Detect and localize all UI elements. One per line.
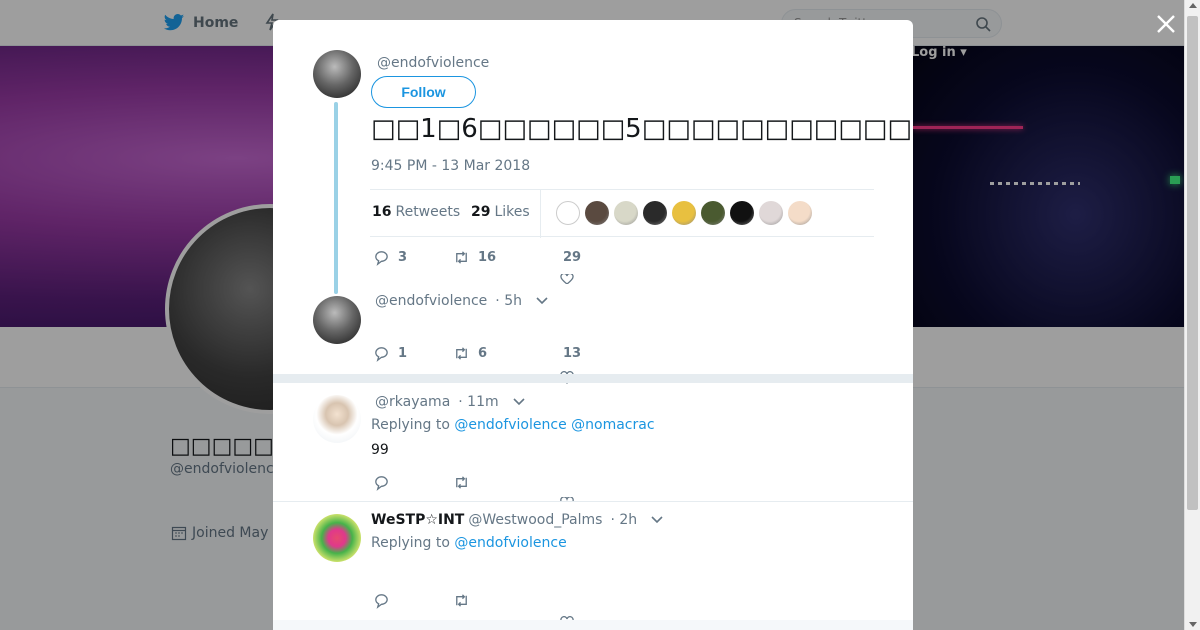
tweet-timestamp[interactable]: 9:45 PM - 13 Mar 2018 (371, 158, 530, 174)
section-divider (273, 620, 913, 630)
retweet-action[interactable]: 6 (453, 345, 563, 362)
avatar[interactable] (313, 395, 361, 443)
reply-action[interactable] (373, 474, 453, 491)
like-action[interactable]: 13 (563, 346, 581, 361)
reply-action[interactable]: 3 (373, 249, 453, 266)
scroll-thumb[interactable] (1187, 16, 1198, 510)
reply-time[interactable]: · 5h (495, 293, 522, 309)
retweet-count: 16 (478, 250, 497, 265)
tweet-stats: 16 Retweets 29 Likes (370, 189, 874, 238)
tweet-author-handle[interactable]: @endofviolence (377, 55, 489, 71)
mention-link[interactable]: @endofviolence (454, 535, 566, 551)
liker-avatar[interactable] (672, 201, 696, 225)
like-count: 29 (563, 250, 582, 265)
like-action[interactable]: 29 (563, 250, 581, 265)
reply-actions (373, 592, 563, 609)
liker-avatar[interactable] (643, 201, 667, 225)
liker-avatar[interactable] (585, 201, 609, 225)
chevron-down-icon[interactable] (513, 398, 525, 406)
reply-handle[interactable]: @Westwood_Palms (468, 512, 602, 528)
reply-icon (375, 476, 388, 491)
liker-avatar[interactable] (556, 201, 580, 225)
replying-label: Replying to (371, 417, 450, 433)
likes-count: 29 (471, 204, 491, 220)
heart-icon[interactable] (560, 274, 574, 284)
mention-link[interactable]: @nomacrac (571, 417, 654, 433)
reply-action[interactable] (373, 592, 453, 609)
avatar[interactable] (313, 50, 361, 98)
reply-icon (375, 347, 388, 362)
scroll-down-arrow[interactable] (1189, 622, 1197, 627)
retweets-label: Retweets (395, 204, 461, 220)
retweet-icon (456, 347, 467, 360)
reply-header: @rkayama · 11m (375, 394, 525, 410)
reply-handle[interactable]: @endofviolence (375, 293, 487, 309)
reply-actions: 1 6 13 (373, 345, 581, 362)
avatar[interactable] (313, 296, 361, 344)
retweet-action[interactable] (453, 474, 563, 491)
liker-avatar[interactable] (730, 201, 754, 225)
retweet-count: 6 (478, 346, 488, 361)
reply-handle[interactable]: @rkayama (375, 394, 450, 410)
replying-to: Replying to @endofviolence @nomacrac (371, 417, 655, 433)
retweet-icon (456, 594, 467, 607)
scroll-up-arrow[interactable] (1189, 3, 1197, 8)
liker-avatar[interactable] (614, 201, 638, 225)
section-divider (273, 374, 913, 383)
close-icon[interactable] (1155, 13, 1177, 35)
retweet-action[interactable]: 16 (453, 249, 563, 266)
reply-icon (375, 594, 388, 609)
mention-link[interactable]: @endofviolence (454, 417, 566, 433)
tweet-actions: 3 16 29 (373, 249, 581, 266)
like-count: 13 (563, 346, 582, 361)
reply-count: 3 (398, 250, 408, 265)
reply-time[interactable]: · 11m (458, 394, 498, 410)
liker-avatar[interactable] (788, 201, 812, 225)
likes-stat[interactable]: 29 Likes (471, 204, 530, 220)
stats-divider (540, 190, 541, 238)
liker-avatar[interactable] (701, 201, 725, 225)
liker-avatar[interactable] (759, 201, 783, 225)
retweet-icon (456, 476, 467, 489)
reply-display-name[interactable]: WeSTP☆INT (371, 512, 464, 528)
liker-avatars (556, 201, 812, 225)
reply-time[interactable]: · 2h (610, 512, 637, 528)
likes-label: Likes (494, 204, 530, 220)
scrollbar[interactable] (1184, 0, 1200, 630)
retweets-stat[interactable]: 16 Retweets (372, 204, 460, 220)
reply-actions (373, 474, 563, 491)
tweet-text: □□1□6□□□□□□5□□□□□□□□□□□□□□□□□□□ (371, 114, 913, 144)
replying-to: Replying to @endofviolence (371, 535, 567, 551)
thread-line (334, 102, 338, 294)
reply-header: WeSTP☆INT @Westwood_Palms · 2h (371, 512, 663, 528)
retweet-icon (456, 251, 467, 264)
reply-icon (375, 251, 388, 266)
section-divider (273, 501, 913, 502)
tweet-modal: @endofviolence Follow □□1□6□□□□□□5□□□□□□… (273, 20, 913, 630)
reply-count: 1 (398, 346, 408, 361)
replying-label: Replying to (371, 535, 450, 551)
retweet-action[interactable] (453, 592, 563, 609)
chevron-down-icon[interactable] (651, 516, 663, 524)
reply-action[interactable]: 1 (373, 345, 453, 362)
follow-button[interactable]: Follow (371, 76, 476, 108)
retweets-count: 16 (372, 204, 392, 220)
chevron-down-icon[interactable] (536, 297, 548, 305)
avatar[interactable] (313, 514, 361, 562)
reply-text: 99 (371, 442, 389, 458)
reply-header: @endofviolence · 5h (375, 293, 548, 309)
